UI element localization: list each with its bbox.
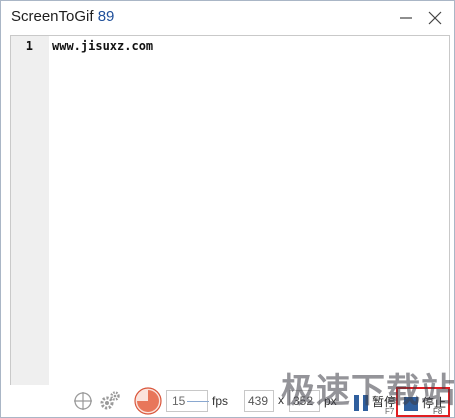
pause-button[interactable]: 暂停 F7 <box>351 387 397 417</box>
pause-icon <box>354 395 368 411</box>
record-button[interactable] <box>134 385 164 417</box>
snap-window-button[interactable] <box>73 385 95 417</box>
options-button[interactable] <box>99 385 121 417</box>
minimize-button[interactable] <box>393 5 419 31</box>
height-input[interactable]: 352 <box>289 390 320 412</box>
app-version: 89 <box>97 8 115 25</box>
stop-icon <box>404 397 418 411</box>
size-separator: x <box>278 393 284 407</box>
record-icon <box>134 387 162 415</box>
pause-shortcut: F7 <box>385 407 395 416</box>
width-input[interactable]: 439 <box>244 390 274 412</box>
line-number: 1 <box>25 39 33 53</box>
recorder-toolbar: 15 fps 439 x 352 px 暂停 F7 停止 F8 <box>1 385 454 417</box>
gear-icon <box>100 391 120 410</box>
stop-button[interactable]: 停止 F8 <box>396 387 450 417</box>
stop-shortcut: F8 <box>433 407 443 416</box>
title-bar[interactable]: ScreenToGif 89 <box>1 1 454 35</box>
app-window: ScreenToGif 89 1 www.jisuxz.com 15 fps 4… <box>0 0 455 418</box>
text-editor[interactable]: 1 www.jisuxz.com <box>10 35 450 387</box>
window-title: ScreenToGif 89 <box>11 8 114 25</box>
px-label: px <box>324 394 337 408</box>
app-name: ScreenToGif <box>11 8 94 25</box>
crosshair-icon <box>74 392 92 410</box>
line-number-gutter: 1 <box>11 36 49 386</box>
fps-label: fps <box>212 394 229 408</box>
editor-line-text[interactable]: www.jisuxz.com <box>52 39 153 53</box>
close-icon <box>428 11 442 25</box>
fps-slider-line[interactable] <box>187 401 209 402</box>
minimize-icon <box>400 17 412 19</box>
close-button[interactable] <box>422 5 448 31</box>
